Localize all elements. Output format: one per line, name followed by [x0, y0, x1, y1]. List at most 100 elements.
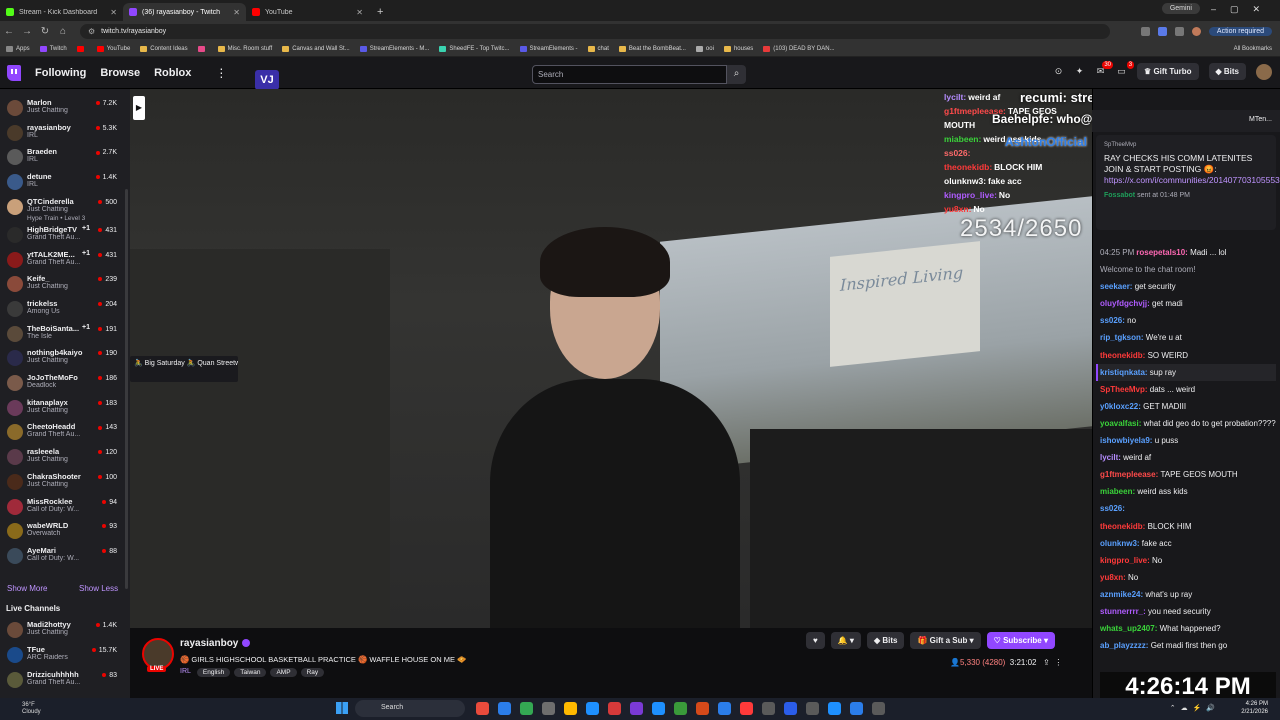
bookmark-item[interactable]: houses [723, 45, 753, 52]
close-tab-icon[interactable]: ✕ [110, 8, 117, 17]
taskbar-app-icon[interactable] [674, 702, 687, 715]
sidebar-channel[interactable]: Braeden IRL 2.7K [0, 145, 130, 170]
taskbar-clock[interactable]: 4:26 PM 2/21/2026 [1241, 700, 1268, 716]
close-tab-icon[interactable]: ✕ [233, 8, 240, 17]
action-required-button[interactable]: Action required [1208, 26, 1272, 36]
following-link[interactable]: Following [35, 67, 86, 79]
sidebar-channel[interactable]: MissRocklee Call of Duty: W... 94 [0, 495, 130, 520]
reload-icon[interactable]: ↻ [36, 26, 54, 37]
user-avatar[interactable] [1256, 63, 1272, 80]
bookmark-item[interactable]: ooi [695, 45, 714, 52]
notification-bell-icon[interactable]: 🔔 ▾ [830, 632, 861, 649]
vj-extension-icon[interactable]: VJ [255, 70, 279, 90]
stream-tag[interactable]: English [196, 668, 231, 677]
chat-username[interactable]: whats_up2407: [1100, 624, 1160, 633]
gemini-button[interactable]: Gemini [1161, 3, 1200, 14]
taskbar-app-icon[interactable] [784, 702, 797, 715]
bookmark-item[interactable] [197, 45, 208, 52]
pinned-link[interactable]: https://x.com/i/communities/201407703105… [1104, 175, 1280, 186]
sidebar-channel[interactable]: detune IRL 1.4K [0, 170, 130, 195]
chat-username[interactable]: lycilt: [1100, 453, 1123, 462]
bookmark-item[interactable]: Content Ideas [140, 45, 188, 52]
taskbar-search[interactable]: Search [355, 700, 465, 717]
taskbar-app-icon[interactable] [762, 702, 775, 715]
sidebar-channel[interactable]: Keife_ Just Chatting 239 [0, 272, 130, 297]
chat-username[interactable]: yu8xn: [1100, 573, 1128, 582]
sidebar-channel[interactable]: CheetoHeadd Grand Theft Au... 143 [0, 420, 130, 445]
bookmark-item[interactable]: YouTube [96, 45, 130, 52]
sidebar-channel[interactable]: trickelss Among Us 204 [0, 297, 130, 322]
search-icon[interactable]: ⌕ [727, 65, 746, 84]
whispers-icon[interactable]: ▭ 3 [1116, 61, 1135, 77]
sidebar-channel[interactable]: AyeMari Call of Duty: W... 88 [0, 544, 130, 569]
sidebar-channel[interactable]: TFue ARC Raiders 15.7K [0, 643, 130, 668]
sidebar-channel[interactable]: ytTALK2ME... +1 Grand Theft Au... 431 [0, 248, 130, 273]
chat-username[interactable]: stunnerrrr_: [1100, 607, 1148, 616]
chat-username[interactable]: ishowbiyela9: [1100, 436, 1155, 445]
share-icon[interactable]: ⇪ [1043, 658, 1050, 667]
back-icon[interactable]: ← [0, 26, 18, 37]
sidebar-channel[interactable]: Marlon Just Chatting 7.2K [0, 96, 130, 121]
taskbar-app-icon[interactable] [476, 702, 489, 715]
category-link[interactable]: IRL [180, 668, 191, 677]
taskbar-app-icon[interactable] [608, 702, 621, 715]
chat-username[interactable]: ss026: [1100, 504, 1125, 513]
taskbar-app-icon[interactable] [872, 702, 885, 715]
stream-tag[interactable]: Ray [300, 668, 325, 677]
home-icon[interactable]: ⌂ [54, 26, 72, 37]
taskbar-app-icon[interactable] [850, 702, 863, 715]
stream-tag[interactable]: AMP [270, 668, 297, 677]
taskbar-app-icon[interactable] [806, 702, 819, 715]
browser-tab[interactable]: (36) rayasianboy - Twitch ✕ [123, 3, 246, 21]
sidebar-channel[interactable]: JoJoTheMoFo Deadlock 186 [0, 371, 130, 396]
bits-button[interactable]: ◆ Bits [1208, 63, 1246, 80]
extension-icon[interactable] [1140, 26, 1150, 36]
chat-username[interactable]: miabeen: [1100, 487, 1137, 496]
gift-sub-button[interactable]: 🎁 Gift a Sub ▾ [910, 632, 981, 649]
bookmark-item[interactable]: StreamElements - M... [359, 45, 429, 52]
more-options-icon[interactable]: ⋮ [1054, 658, 1062, 667]
bookmark-item[interactable]: chat [587, 45, 609, 52]
sidebar-channel[interactable]: rasleeela Just Chatting 120 [0, 445, 130, 470]
profile-avatar[interactable] [1191, 26, 1201, 36]
more-menu-icon[interactable]: ⋮ [215, 66, 227, 80]
sidebar-channel[interactable]: Drizzicuhhhhh Grand Theft Au... 83 [0, 668, 130, 693]
sidebar-channel[interactable]: QTCinderella Just Chatting 500 Hype Train •… [0, 195, 130, 222]
chat-username[interactable]: aznmike24: [1100, 590, 1145, 599]
sidebar-channel[interactable]: ChakraShooter Just Chatting 100 [0, 470, 130, 495]
chat-username[interactable]: oluyfdgchvjj: [1100, 299, 1152, 308]
browser-tab[interactable]: Stream - Kick Dashboard ✕ [0, 3, 123, 21]
chat-username[interactable]: yoavalfasi: [1100, 419, 1144, 428]
taskbar-app-icon[interactable] [520, 702, 533, 715]
window-controls[interactable]: –▢✕ [1211, 4, 1274, 15]
sidebar-channel[interactable]: kitanaplayx Just Chatting 183 [0, 396, 130, 421]
forward-icon[interactable]: → [18, 26, 36, 37]
chat-username[interactable]: rip_tgkson: [1100, 333, 1146, 342]
all-bookmarks-link[interactable]: All Bookmarks [1234, 46, 1272, 52]
taskbar-app-icon[interactable] [828, 702, 841, 715]
sidebar-channel[interactable]: TheBoiSanta... +1 The Isle 191 [0, 322, 130, 347]
bookmark-item[interactable]: Beat the BombBeat... [618, 45, 686, 52]
twitch-logo-icon[interactable] [7, 64, 21, 81]
bookmark-item[interactable]: Twitch [39, 45, 67, 52]
search-input[interactable]: Search [532, 65, 727, 84]
taskbar-app-icon[interactable] [652, 702, 665, 715]
roblox-link[interactable]: Roblox [154, 67, 191, 79]
taskbar-app-icon[interactable] [498, 702, 511, 715]
sidebar-channel[interactable]: HighBridgeTV +1 Grand Theft Au... 431 [0, 223, 130, 248]
chat-username[interactable]: SpTheeMvp: [1100, 385, 1150, 394]
weather-widget[interactable]: 36°F Cloudy [0, 702, 41, 716]
taskbar-app-icon[interactable] [542, 702, 555, 715]
site-info-icon[interactable]: ⚙ [88, 27, 95, 36]
prime-crown-icon[interactable]: ⊙ [1053, 66, 1064, 77]
system-tray[interactable]: ⌃☁⚡🔊 [1170, 704, 1220, 712]
notifications-icon[interactable]: ✉ 30 [1095, 61, 1114, 77]
taskbar-app-icon[interactable] [630, 702, 643, 715]
collapse-sidebar-button[interactable]: ▶ [133, 96, 145, 120]
taskbar-app-icon[interactable] [718, 702, 731, 715]
chat-username[interactable]: olunknw3: [1100, 539, 1142, 548]
follow-heart-icon[interactable]: ♥ [806, 632, 825, 649]
chat-username[interactable]: kingpro_live: [1100, 556, 1152, 565]
gift-turbo-button[interactable]: ♛ Gift Turbo [1137, 63, 1199, 80]
drops-icon[interactable]: ✦ [1074, 66, 1085, 77]
